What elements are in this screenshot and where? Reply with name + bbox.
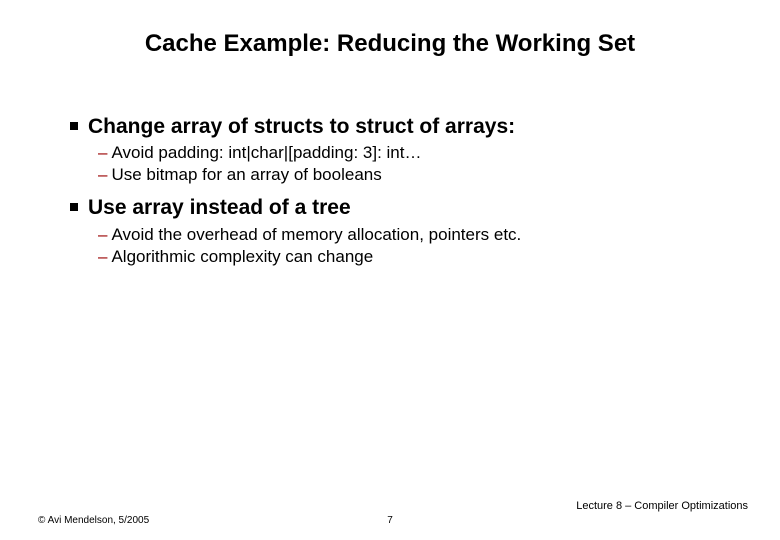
sub-text: Avoid the overhead of memory allocation,…	[111, 224, 521, 246]
dash-icon: –	[98, 142, 107, 164]
sub-list: – Avoid the overhead of memory allocatio…	[98, 224, 740, 268]
sub-text: Avoid padding: int|char|[padding: 3]: in…	[111, 142, 421, 164]
bullet-icon	[70, 122, 78, 130]
bullet-text: Change array of structs to struct of arr…	[88, 113, 515, 140]
slide-title: Cache Example: Reducing the Working Set	[0, 30, 780, 58]
dash-icon: –	[98, 246, 107, 268]
bullet-item: Use array instead of a tree	[70, 194, 740, 221]
sub-item: – Use bitmap for an array of booleans	[98, 164, 740, 186]
slide-content: Change array of structs to struct of arr…	[70, 105, 740, 276]
sub-text: Use bitmap for an array of booleans	[111, 164, 381, 186]
bullet-item: Change array of structs to struct of arr…	[70, 113, 740, 140]
sub-item: – Avoid the overhead of memory allocatio…	[98, 224, 740, 246]
bullet-text: Use array instead of a tree	[88, 194, 351, 221]
footer-lecture: Lecture 8 – Compiler Optimizations	[576, 500, 748, 512]
sub-item: – Avoid padding: int|char|[padding: 3]: …	[98, 142, 740, 164]
sub-text: Algorithmic complexity can change	[111, 246, 373, 268]
sub-item: – Algorithmic complexity can change	[98, 246, 740, 268]
slide: Cache Example: Reducing the Working Set …	[0, 0, 780, 540]
dash-icon: –	[98, 164, 107, 186]
sub-list: – Avoid padding: int|char|[padding: 3]: …	[98, 142, 740, 186]
footer-page-number: 7	[0, 515, 780, 526]
bullet-icon	[70, 203, 78, 211]
dash-icon: –	[98, 224, 107, 246]
